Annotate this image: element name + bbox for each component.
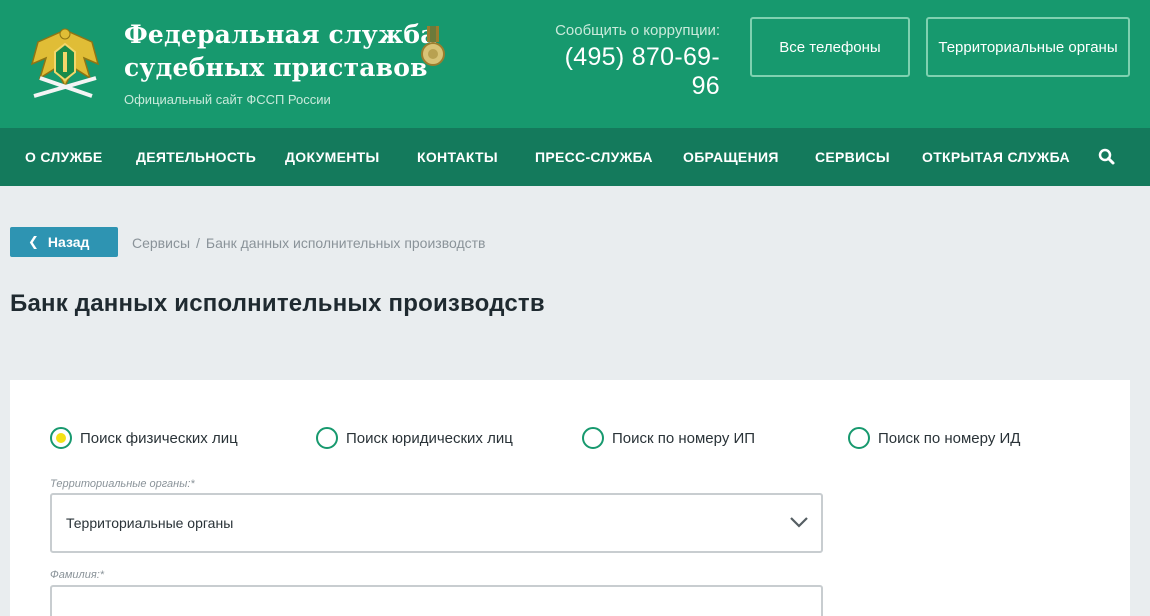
- territorial-bodies-button[interactable]: Территориальные органы: [926, 17, 1130, 77]
- search-form-card: Поиск физических лиц Поиск юридических л…: [10, 380, 1130, 616]
- nav-item-services[interactable]: СЕРВИСЫ: [815, 128, 890, 186]
- site-title-line2: судебных приставов: [124, 53, 428, 82]
- breadcrumb-separator: /: [196, 235, 200, 251]
- corruption-label: Сообщить о коррупции:: [555, 22, 720, 39]
- radio-circle: [848, 427, 870, 449]
- territorial-field-label: Территориальные органы:*: [50, 478, 195, 490]
- lastname-field-label: Фамилия:*: [50, 569, 105, 581]
- radio-individuals[interactable]: Поиск физических лиц: [50, 427, 238, 449]
- chevron-down-icon: [790, 517, 808, 528]
- nav-item-activity[interactable]: ДЕЯТЕЛЬНОСТЬ: [136, 128, 256, 186]
- site-header: Федеральная служба судебных приставов Оф…: [0, 0, 1150, 128]
- all-phones-button[interactable]: Все телефоны: [750, 17, 910, 77]
- radio-legal-entities[interactable]: Поиск юридических лиц: [316, 427, 513, 449]
- fssp-emblem-icon[interactable]: [26, 22, 104, 102]
- back-button[interactable]: ❮ Назад: [10, 227, 118, 257]
- breadcrumb: Сервисы / Банк данных исполнительных произ…: [132, 235, 486, 251]
- medal-icon: [421, 26, 445, 66]
- radio-label: Поиск юридических лиц: [346, 429, 513, 447]
- nav-item-open-service[interactable]: ОТКРЫТАЯ СЛУЖБА: [922, 128, 1070, 186]
- chevron-left-icon: ❮: [28, 234, 39, 249]
- radio-circle: [50, 427, 72, 449]
- radio-ip-number[interactable]: Поиск по номеру ИП: [582, 427, 755, 449]
- nav-item-appeals[interactable]: ОБРАЩЕНИЯ: [683, 128, 779, 186]
- radio-circle: [582, 427, 604, 449]
- site-title-line1: Федеральная служба: [124, 20, 437, 49]
- radio-id-number[interactable]: Поиск по номеру ИД: [848, 427, 1020, 449]
- search-icon[interactable]: [1098, 148, 1116, 166]
- radio-label: Поиск физических лиц: [80, 429, 238, 447]
- breadcrumb-services[interactable]: Сервисы: [132, 235, 190, 251]
- corruption-phone[interactable]: (495) 870-69-96: [540, 43, 720, 101]
- territorial-select-value: Территориальные органы: [66, 515, 234, 531]
- lastname-input[interactable]: [50, 585, 823, 616]
- nav-item-press[interactable]: ПРЕСС-СЛУЖБА: [535, 128, 653, 186]
- nav-item-contacts[interactable]: КОНТАКТЫ: [417, 128, 498, 186]
- site-title[interactable]: Федеральная служба судебных приставов: [124, 18, 437, 84]
- site-subtitle: Официальный сайт ФССП России: [124, 92, 331, 107]
- territorial-select[interactable]: Территориальные органы: [50, 493, 823, 553]
- radio-circle: [316, 427, 338, 449]
- radio-selected-dot: [56, 433, 66, 443]
- radio-label: Поиск по номеру ИД: [878, 429, 1021, 447]
- radio-label: Поиск по номеру ИП: [612, 429, 756, 447]
- breadcrumb-current: Банк данных исполнительных производств: [205, 235, 486, 251]
- nav-item-documents[interactable]: ДОКУМЕНТЫ: [285, 128, 380, 186]
- nav-item-about[interactable]: О СЛУЖБЕ: [25, 128, 103, 186]
- page-title: Банк данных исполнительных производств: [10, 290, 545, 317]
- main-nav: О СЛУЖБЕ ДЕЯТЕЛЬНОСТЬ ДОКУМЕНТЫ КОНТАКТЫ…: [0, 128, 1150, 186]
- back-button-label: Назад: [47, 234, 90, 250]
